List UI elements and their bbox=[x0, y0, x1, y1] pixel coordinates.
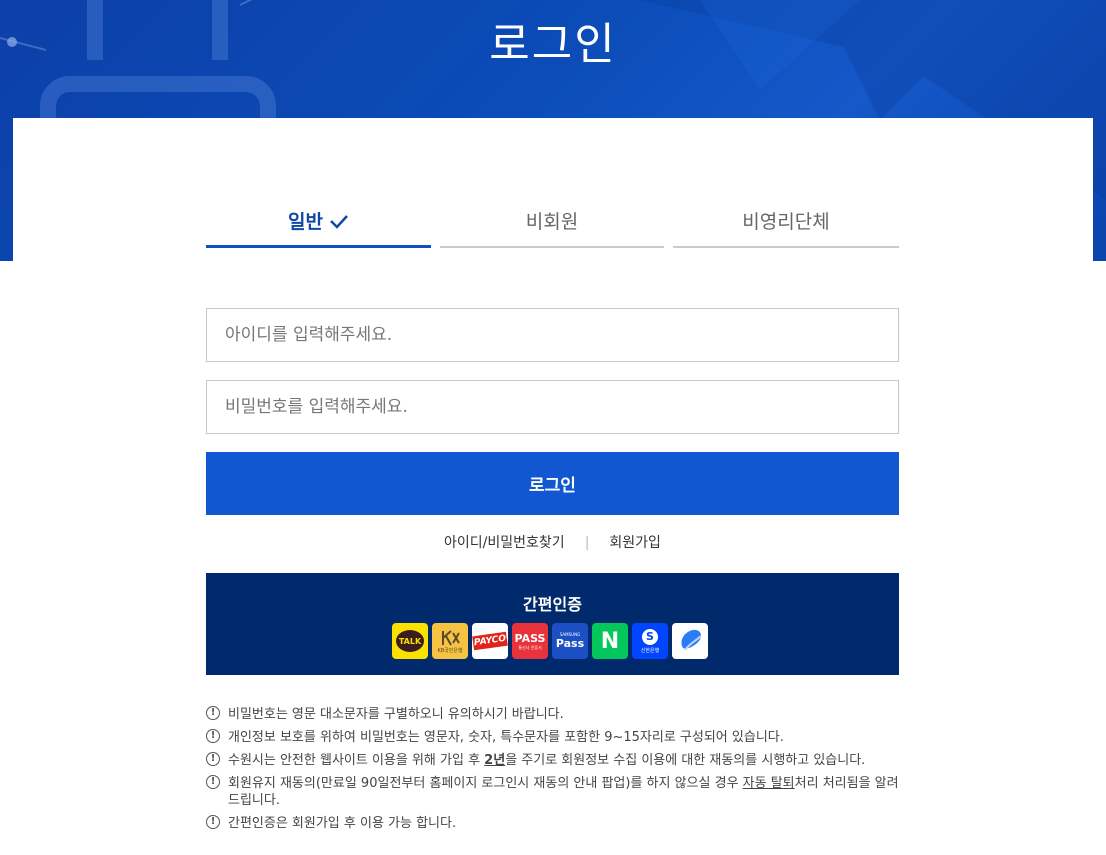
shinhan-label: S bbox=[642, 628, 658, 645]
naver-label: N bbox=[600, 628, 620, 654]
notice-emphasis: 자동 탈퇴 bbox=[742, 776, 795, 791]
naver-icon[interactable]: N bbox=[592, 623, 628, 659]
password-input[interactable] bbox=[206, 380, 899, 434]
kakao-talk-icon[interactable]: TALK bbox=[392, 623, 428, 659]
notice-item: ! 비밀번호는 영문 대소문자를 구별하오니 유의하시기 바랍니다. bbox=[206, 706, 906, 723]
shinhan-icon[interactable]: S 신한은행 bbox=[632, 623, 668, 659]
id-input[interactable] bbox=[206, 308, 899, 362]
easy-auth-providers: TALK KB국민은행 PAYCO PASS 통신사 인증서 SAMSUNG P… bbox=[392, 623, 708, 659]
login-button[interactable]: 로그인 bbox=[206, 452, 899, 515]
notice-text-after: 을 주기로 회원정보 수집 이용에 대한 재동의를 시행하고 있습니다. bbox=[505, 753, 866, 768]
kakao-talk-label: TALK bbox=[396, 630, 424, 652]
notice-text: 개인정보 보호를 위하여 비밀번호는 영문자, 숫자, 특수문자를 포함한 9~… bbox=[228, 730, 784, 745]
notice-text: 비밀번호는 영문 대소문자를 구별하오니 유의하시기 바랍니다. bbox=[228, 707, 564, 722]
check-icon bbox=[329, 201, 349, 245]
tab-nonprofit[interactable]: 비영리단체 bbox=[673, 200, 899, 248]
tab-non-member[interactable]: 비회원 bbox=[440, 200, 664, 248]
notice-item: ! 수원시는 안전한 웹사이트 이용을 위해 가입 후 2년을 주기로 회원정보 … bbox=[206, 752, 906, 769]
tab-nonprofit-label: 비영리단체 bbox=[742, 211, 830, 233]
kb-bank-label: KB국민은행 bbox=[437, 647, 463, 654]
kb-star-icon bbox=[442, 629, 460, 645]
alert-icon: ! bbox=[206, 775, 220, 789]
pass-icon[interactable]: PASS 통신사 인증서 bbox=[512, 623, 548, 659]
tab-non-member-label: 비회원 bbox=[525, 211, 579, 233]
payco-icon[interactable]: PAYCO bbox=[472, 623, 508, 659]
payco-label: PAYCO bbox=[472, 631, 508, 651]
account-links: 아이디/비밀번호찾기 | 회원가입 bbox=[206, 532, 899, 554]
alert-icon: ! bbox=[206, 706, 220, 720]
notice-list: ! 비밀번호는 영문 대소문자를 구별하오니 유의하시기 바랍니다. ! 개인정보 … bbox=[206, 706, 906, 838]
alert-icon: ! bbox=[206, 815, 220, 829]
notice-item: ! 간편인증은 회원가입 후 이용 가능 합니다. bbox=[206, 815, 906, 832]
page-title: 로그인 bbox=[489, 19, 617, 70]
signup-link[interactable]: 회원가입 bbox=[609, 535, 661, 551]
samsung-pass-icon[interactable]: SAMSUNG Pass bbox=[552, 623, 588, 659]
toss-logo-icon bbox=[681, 629, 702, 651]
tab-general-label: 일반 bbox=[288, 211, 323, 233]
alert-icon: ! bbox=[206, 729, 220, 743]
kb-bank-icon[interactable]: KB국민은행 bbox=[432, 623, 468, 659]
pass-sublabel: 통신사 인증서 bbox=[518, 644, 542, 650]
notice-item: ! 회원유지 재동의(만료일 90일전부터 홈페이지 로그인시 재동의 안내 팝업… bbox=[206, 775, 906, 809]
alert-icon: ! bbox=[206, 752, 220, 766]
notice-item: ! 개인정보 보호를 위하여 비밀번호는 영문자, 숫자, 특수문자를 포함한 9… bbox=[206, 729, 906, 746]
login-type-tabs: 일반 비회원 비영리단체 bbox=[206, 200, 899, 250]
notice-text-before: 수원시는 안전한 웹사이트 이용을 위해 가입 후 bbox=[228, 753, 485, 768]
easy-auth-panel: 간편인증 TALK KB국민은행 PAYCO PASS 통신사 인증서 SAMS… bbox=[206, 573, 899, 675]
notice-text-before: 회원유지 재동의(만료일 90일전부터 홈페이지 로그인시 재동의 안내 팝업)… bbox=[228, 776, 743, 791]
easy-auth-title: 간편인증 bbox=[523, 595, 582, 614]
tab-general[interactable]: 일반 bbox=[206, 200, 431, 248]
toss-icon[interactable] bbox=[672, 623, 708, 659]
notice-emphasis: 2년 bbox=[484, 753, 506, 768]
find-account-link[interactable]: 아이디/비밀번호찾기 bbox=[444, 535, 565, 551]
samsung-pass-label: Pass bbox=[555, 637, 585, 650]
notice-text: 간편인증은 회원가입 후 이용 가능 합니다. bbox=[228, 816, 457, 831]
link-divider: | bbox=[584, 535, 590, 551]
pass-label: PASS bbox=[514, 631, 546, 645]
shinhan-sublabel: 신한은행 bbox=[640, 647, 660, 654]
